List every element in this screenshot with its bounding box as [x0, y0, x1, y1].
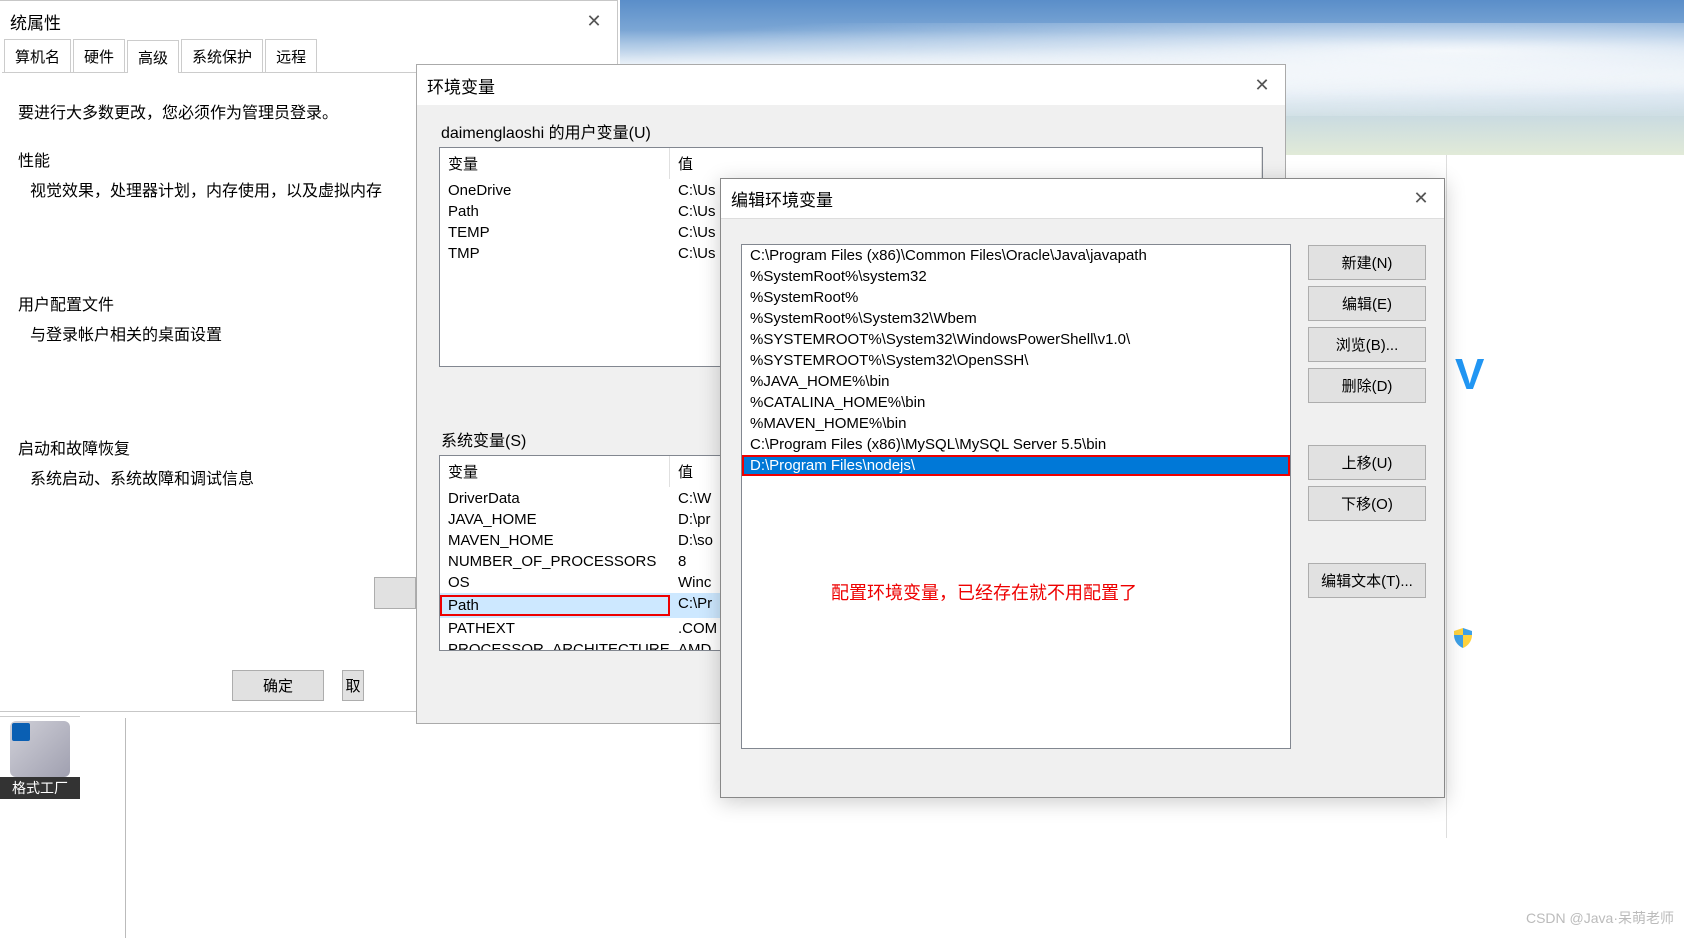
tab-remote[interactable]: 远程	[265, 39, 317, 72]
list-item[interactable]: %SystemRoot%	[742, 287, 1290, 308]
annotation-text: 配置环境变量，已经存在就不用配置了	[831, 579, 1137, 605]
list-item[interactable]: %SYSTEMROOT%\System32\WindowsPowerShell\…	[742, 329, 1290, 350]
icon-label: 格式工厂	[0, 777, 80, 799]
cancel-button[interactable]: 取	[342, 670, 364, 701]
close-icon[interactable]: ✕	[571, 6, 617, 36]
col-variable[interactable]: 变量	[440, 456, 670, 487]
browse-button[interactable]: 浏览(B)...	[1308, 327, 1426, 362]
shield-icon	[1452, 627, 1474, 649]
tab-hardware[interactable]: 硬件	[73, 39, 125, 72]
delete-button[interactable]: 删除(D)	[1308, 368, 1426, 403]
app-icon	[10, 721, 70, 777]
list-item[interactable]: %JAVA_HOME%\bin	[742, 371, 1290, 392]
watermark: CSDN @Java·呆萌老师	[1526, 908, 1674, 928]
user-vars-label: daimenglaoshi 的用户变量(U)	[441, 119, 1285, 143]
tab-systemprotect[interactable]: 系统保护	[181, 39, 263, 72]
ok-button[interactable]: 确定	[232, 670, 324, 701]
background-panel	[1446, 155, 1684, 838]
tab-advanced[interactable]: 高级	[127, 40, 179, 73]
list-item[interactable]: D:\Program Files\nodejs\	[742, 455, 1290, 476]
dialog-title: 统属性	[10, 9, 61, 34]
close-icon[interactable]: ✕	[1398, 184, 1444, 214]
close-icon[interactable]: ✕	[1239, 70, 1285, 100]
desktop-icon-formatfactory[interactable]: 格式工厂	[0, 716, 80, 798]
list-item[interactable]: %MAVEN_HOME%\bin	[742, 413, 1290, 434]
dialog-title: 编辑环境变量	[731, 186, 833, 211]
col-variable[interactable]: 变量	[440, 148, 670, 179]
edit-env-dialog: 编辑环境变量 ✕ C:\Program Files (x86)\Common F…	[720, 178, 1445, 798]
list-item[interactable]: %CATALINA_HOME%\bin	[742, 392, 1290, 413]
edittext-button[interactable]: 编辑文本(T)...	[1308, 563, 1426, 598]
col-value[interactable]: 值	[670, 148, 1262, 179]
env-button-cut[interactable]	[374, 577, 416, 609]
movedown-button[interactable]: 下移(O)	[1308, 486, 1426, 521]
path-list[interactable]: C:\Program Files (x86)\Common Files\Orac…	[741, 244, 1291, 749]
new-button[interactable]: 新建(N)	[1308, 245, 1426, 280]
edit-button[interactable]: 编辑(E)	[1308, 286, 1426, 321]
dialog-title: 环境变量	[427, 73, 495, 98]
panel-edge	[125, 718, 135, 938]
list-item[interactable]: %SystemRoot%\system32	[742, 266, 1290, 287]
background-letter: V	[1455, 350, 1484, 400]
moveup-button[interactable]: 上移(U)	[1308, 445, 1426, 480]
list-item[interactable]: %SystemRoot%\System32\Wbem	[742, 308, 1290, 329]
list-item[interactable]: %SYSTEMROOT%\System32\OpenSSH\	[742, 350, 1290, 371]
list-item[interactable]: C:\Program Files (x86)\MySQL\MySQL Serve…	[742, 434, 1290, 455]
tab-computername[interactable]: 算机名	[4, 39, 71, 72]
list-item[interactable]: C:\Program Files (x86)\Common Files\Orac…	[742, 245, 1290, 266]
